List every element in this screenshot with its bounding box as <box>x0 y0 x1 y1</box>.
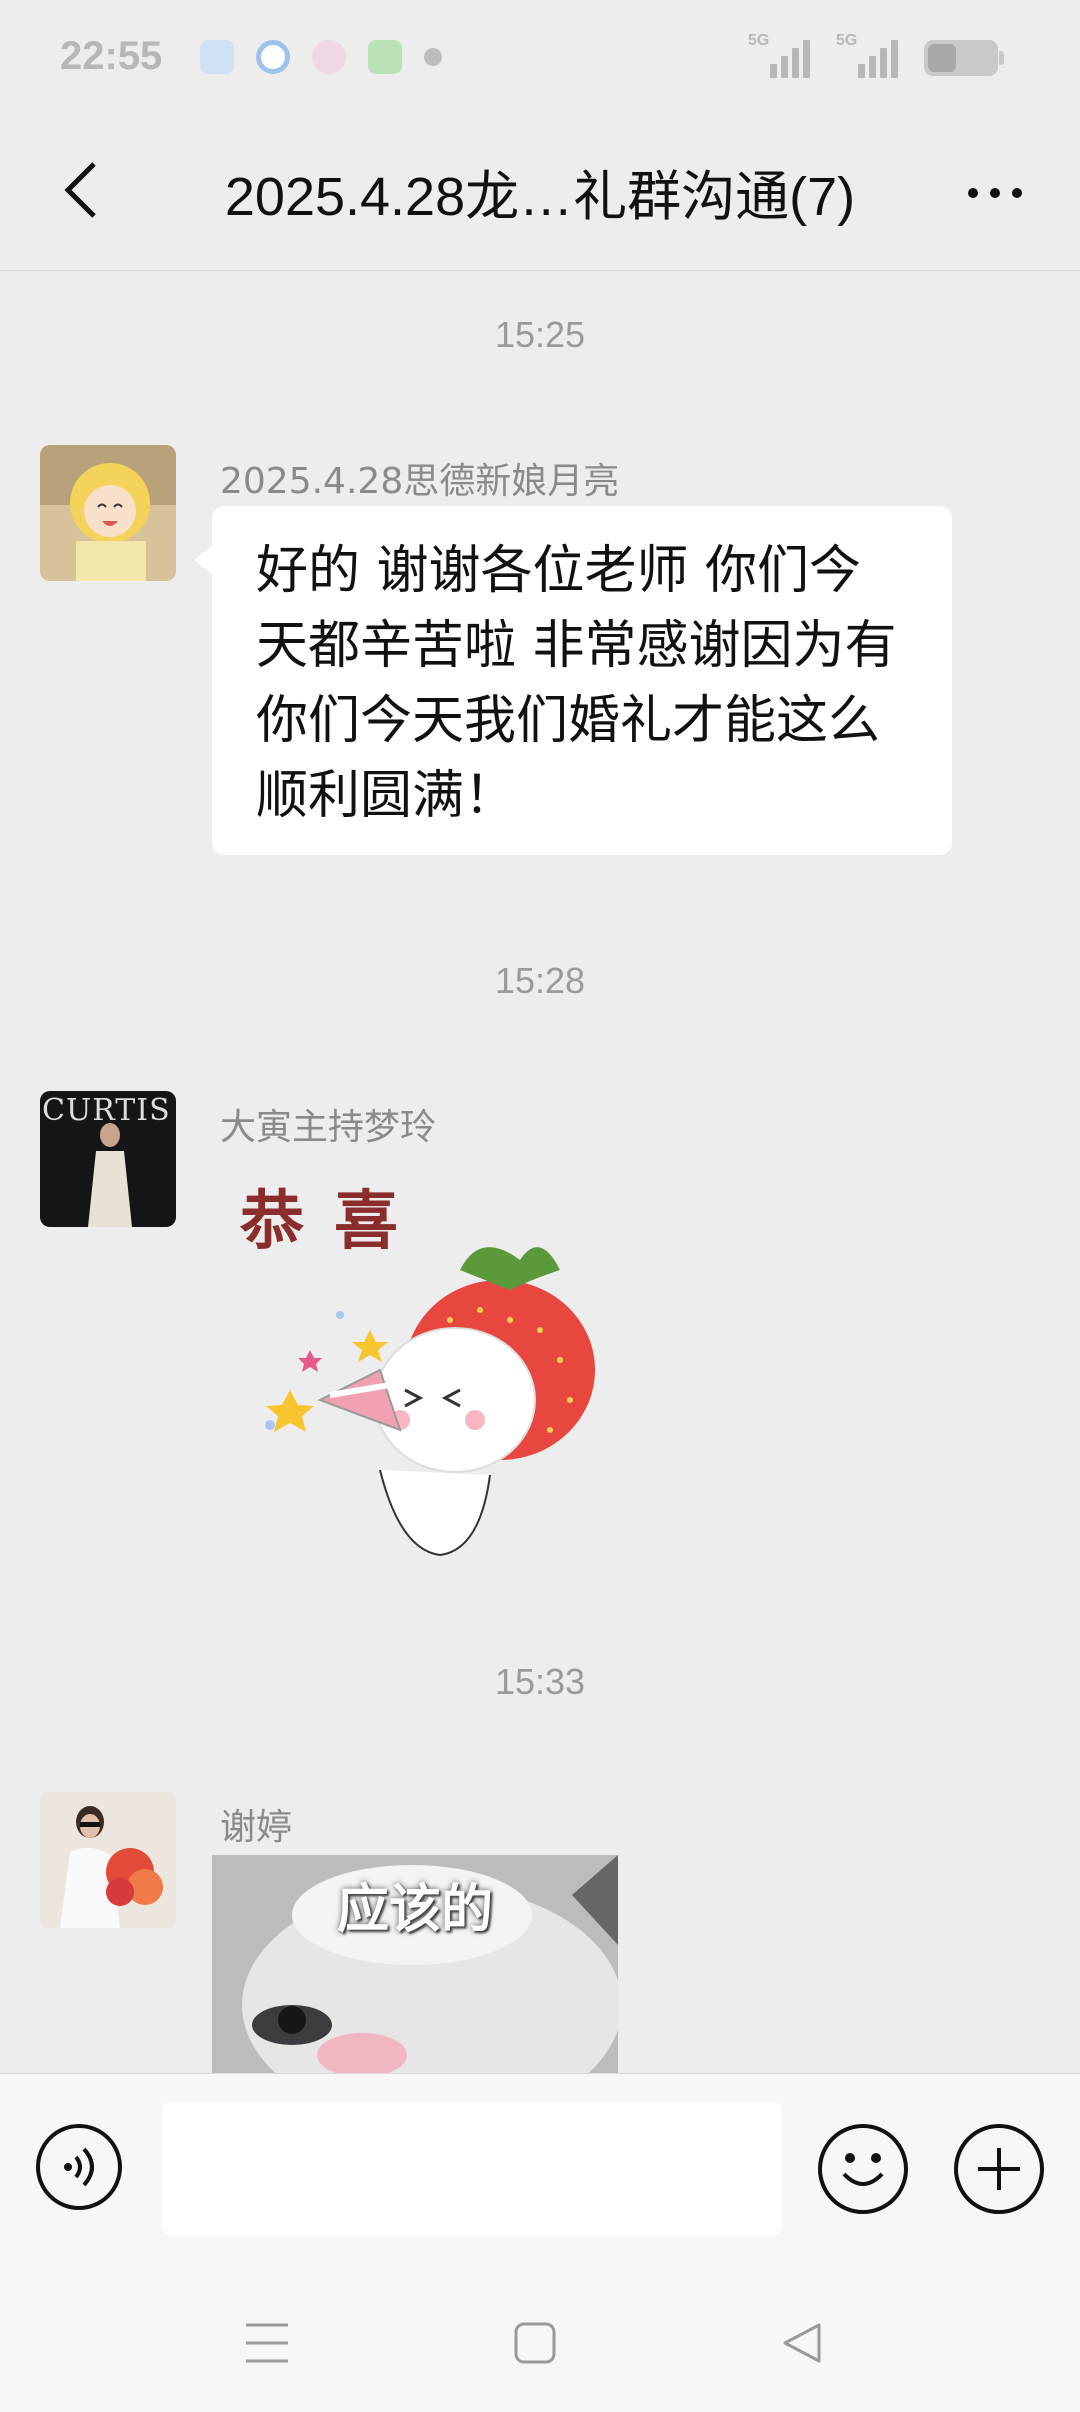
strawberry-cat-sticker <box>265 1247 595 1557</box>
chat-header: 2025.4.28龙…礼群沟通(7) <box>0 120 1080 271</box>
message-input[interactable] <box>162 2102 782 2236</box>
app-notification-icon <box>256 40 290 74</box>
back-triangle-icon <box>783 2323 821 2363</box>
menu-icon <box>246 2323 288 2363</box>
voice-button[interactable] <box>36 2124 122 2210</box>
signal-label: 5G <box>748 32 770 49</box>
more-icon <box>968 188 978 198</box>
message-timestamp: 15:28 <box>494 960 586 1001</box>
add-button[interactable] <box>954 2124 1044 2214</box>
message-timestamp: 15:33 <box>494 1661 586 1702</box>
more-button[interactable] <box>950 158 1040 228</box>
app-notification-icon <box>368 40 402 74</box>
avatar[interactable] <box>40 445 176 581</box>
signal-icon: 5G <box>748 32 818 78</box>
home-icon <box>514 2322 556 2364</box>
page-title: 2025.4.28龙…礼群沟通(7) <box>224 167 856 227</box>
sticker-message[interactable]: 恭喜 <box>230 1170 630 1560</box>
home-button[interactable] <box>500 2313 570 2373</box>
status-time: 22:55 <box>60 34 163 78</box>
system-nav-bar <box>0 2273 1080 2412</box>
more-icon <box>990 188 1000 198</box>
emoji-icon <box>842 2153 884 2186</box>
emoji-button[interactable] <box>818 2124 908 2214</box>
sender-name: 2025.4.28思德新娘月亮 <box>220 461 620 502</box>
status-bar: 22:55 5G 5G <box>0 0 1080 120</box>
more-icon <box>1012 188 1022 198</box>
system-back-button[interactable] <box>766 2313 836 2373</box>
cartoon-girl-avatar <box>40 445 176 581</box>
notification-icons <box>200 40 442 74</box>
recent-apps-button[interactable] <box>232 2313 302 2373</box>
sender-name: 大寅主持梦玲 <box>220 1107 437 1148</box>
plus-icon <box>978 2148 1020 2190</box>
app-notification-icon <box>312 40 346 74</box>
signal-label: 5G <box>836 32 858 49</box>
input-bar <box>0 2073 1080 2274</box>
image-message[interactable]: 应该的 <box>212 1855 618 2073</box>
signal-icon: 5G <box>836 32 906 78</box>
image-caption: 应该的 <box>336 1880 493 1940</box>
message-timestamp: 15:25 <box>494 314 586 355</box>
avatar-text: CURTIS <box>42 1093 171 1128</box>
voice-icon <box>64 2147 94 2187</box>
battery-icon <box>924 40 1004 76</box>
status-indicators: 5G 5G <box>748 32 1004 78</box>
message-bubble[interactable]: 好的 谢谢各位老师 你们今天都辛苦啦 非常感谢因为有你们今天我们婚礼才能这么顺利… <box>194 506 952 855</box>
dot-icon <box>424 48 442 66</box>
avatar[interactable] <box>40 1792 176 1928</box>
sender-name: 谢婷 <box>220 1807 293 1848</box>
app-notification-icon <box>200 40 234 74</box>
avatar[interactable]: CURTIS <box>40 1091 176 1227</box>
photo-avatar <box>40 1792 176 1928</box>
